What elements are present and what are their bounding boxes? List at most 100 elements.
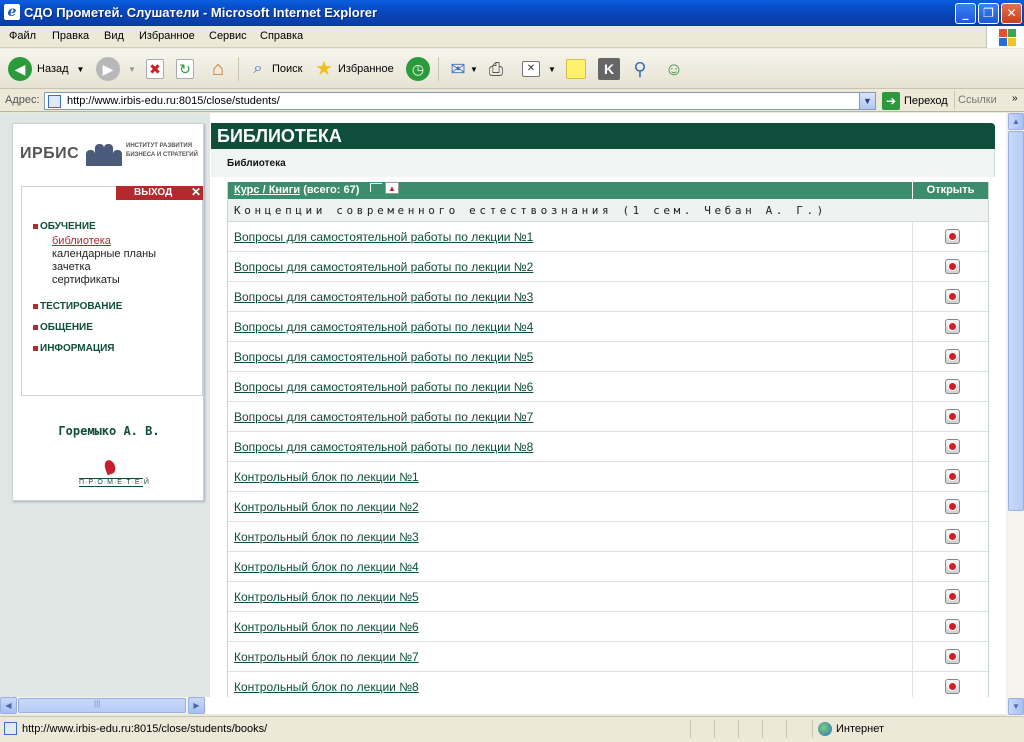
maximize-button[interactable]: ❐ <box>978 3 999 24</box>
open-book-icon[interactable] <box>945 409 960 424</box>
open-book-icon[interactable] <box>945 529 960 544</box>
mail-button[interactable]: ✉ ▼ <box>446 56 478 82</box>
book-link[interactable]: Контрольный блок по лекции №8 <box>234 680 419 694</box>
open-book-icon[interactable] <box>945 679 960 694</box>
refresh-icon: ↻ <box>176 59 194 79</box>
book-link[interactable]: Вопросы для самостоятельной работы по ле… <box>234 260 533 274</box>
book-link[interactable]: Вопросы для самостоятельной работы по ле… <box>234 290 533 304</box>
dropdown-icon[interactable]: ▼ <box>128 65 136 74</box>
favorites-button[interactable]: ★ Избранное <box>312 56 394 82</box>
menu-file[interactable]: Файл <box>9 30 36 42</box>
menu-help[interactable]: Справка <box>260 30 303 42</box>
window-title: СДО Прометей. Слушатели - Microsoft Inte… <box>24 5 378 20</box>
stop-button[interactable]: ✖ <box>146 56 164 82</box>
book-link[interactable]: Вопросы для самостоятельной работы по ле… <box>234 320 533 334</box>
open-book-icon[interactable] <box>945 289 960 304</box>
table-row: Контрольный блок по лекции №4 <box>228 552 988 582</box>
back-button[interactable]: ◀ Назад ▼ <box>8 56 84 82</box>
nav-menu: ВЫХОД ✕ ОБУЧЕНИЕ библиотека календарные … <box>21 185 203 396</box>
open-book-icon[interactable] <box>945 439 960 454</box>
open-book-icon[interactable] <box>945 349 960 364</box>
nav-item-library[interactable]: библиотека <box>52 235 111 247</box>
book-link[interactable]: Контрольный блок по лекции №5 <box>234 590 419 604</box>
status-bar: http://www.irbis-edu.ru:8015/close/stude… <box>0 716 1024 742</box>
book-link[interactable]: Контрольный блок по лекции №3 <box>234 530 419 544</box>
nav-item-certificates[interactable]: сертификаты <box>52 274 120 286</box>
book-link[interactable]: Контрольный блок по лекции №7 <box>234 650 419 664</box>
book-link[interactable]: Контрольный блок по лекции №4 <box>234 560 419 574</box>
scroll-up-button[interactable]: ▲ <box>1008 113 1024 130</box>
table-row: Контрольный блок по лекции №1 <box>228 462 988 492</box>
forward-button[interactable]: ▶ ▼ <box>96 56 136 82</box>
dropdown-icon[interactable]: ▼ <box>548 65 556 74</box>
address-dropdown-icon[interactable]: ▼ <box>859 93 875 109</box>
k-button[interactable]: K <box>598 56 620 82</box>
horizontal-scrollbar[interactable]: ◀ ▶ <box>0 697 206 714</box>
open-book-icon[interactable] <box>945 619 960 634</box>
address-field[interactable]: http://www.irbis-edu.ru:8015/close/stude… <box>44 92 876 110</box>
nav-section-information[interactable]: ИНФОРМАЦИЯ <box>33 343 115 354</box>
dropdown-icon[interactable]: ▼ <box>77 65 85 74</box>
open-book-icon[interactable] <box>945 259 960 274</box>
exit-button[interactable]: ВЫХОД ✕ <box>116 185 203 200</box>
refresh-button[interactable]: ↻ <box>176 56 194 82</box>
open-cell <box>912 402 988 432</box>
home-button[interactable]: ⌂ <box>206 56 230 82</box>
book-link[interactable]: Вопросы для самостоятельной работы по ле… <box>234 440 533 454</box>
close-button[interactable]: ✕ <box>1001 3 1022 24</box>
print-button[interactable]: ⎙ <box>484 56 508 82</box>
scroll-left-button[interactable]: ◀ <box>0 697 17 714</box>
security-zone: Интернет <box>818 722 884 736</box>
open-book-icon[interactable] <box>945 589 960 604</box>
nav-section-testing[interactable]: ТЕСТИРОВАНИЕ <box>32 301 122 312</box>
irbis-logo[interactable]: ИРБИС ИНСТИТУТ РАЗВИТИЯ БИЗНЕСА И СТРАТЕ… <box>20 136 204 170</box>
scroll-right-button[interactable]: ▶ <box>188 697 205 714</box>
prometey-logo[interactable]: П·Р·О·М·Е·Т·Е·Й <box>79 458 149 494</box>
nav-section-communication[interactable]: ОБЩЕНИЕ <box>33 322 93 333</box>
open-book-icon[interactable] <box>945 229 960 244</box>
search-button[interactable]: ⌕ Поиск <box>246 56 303 82</box>
book-link[interactable]: Контрольный блок по лекции №2 <box>234 500 419 514</box>
menu-view[interactable]: Вид <box>104 30 124 42</box>
menu-tools[interactable]: Сервис <box>209 30 247 42</box>
book-link[interactable]: Контрольный блок по лекции №1 <box>234 470 419 484</box>
nav-item-calendar-plans[interactable]: календарные планы <box>52 248 156 260</box>
book-link[interactable]: Вопросы для самостоятельной работы по ле… <box>234 230 533 244</box>
left-column: ИРБИС ИНСТИТУТ РАЗВИТИЯ БИЗНЕСА И СТРАТЕ… <box>0 113 210 697</box>
scroll-down-button[interactable]: ▼ <box>1008 698 1024 715</box>
address-url[interactable]: http://www.irbis-edu.ru:8015/close/stude… <box>67 95 280 107</box>
flag-icon[interactable] <box>370 183 382 192</box>
book-link[interactable]: Контрольный блок по лекции №6 <box>234 620 419 634</box>
horizontal-scroll-thumb[interactable] <box>18 698 186 713</box>
nav-item-gradebook[interactable]: зачетка <box>52 261 91 273</box>
book-link[interactable]: Вопросы для самостоятельной работы по ле… <box>234 380 533 394</box>
links-button[interactable]: Ссылки <box>954 91 997 109</box>
open-book-icon[interactable] <box>945 559 960 574</box>
table-row: Вопросы для самостоятельной работы по ле… <box>228 222 988 252</box>
book-link[interactable]: Вопросы для самостоятельной работы по ле… <box>234 410 533 424</box>
open-book-icon[interactable] <box>945 469 960 484</box>
open-book-icon[interactable] <box>945 379 960 394</box>
dropdown-icon[interactable]: ▼ <box>470 65 478 74</box>
nav-section-learning[interactable]: ОБУЧЕНИЕ <box>33 221 96 232</box>
people-icon <box>86 140 122 166</box>
history-button[interactable]: ◷ <box>406 56 430 82</box>
notes-button[interactable] <box>566 56 586 82</box>
go-button[interactable]: ➔ Переход <box>882 92 948 110</box>
minimize-button[interactable]: _ <box>955 3 976 24</box>
open-book-icon[interactable] <box>945 499 960 514</box>
vertical-scrollbar[interactable]: ▲ ▼ <box>1006 113 1024 716</box>
links-chevron-icon[interactable]: » <box>1012 93 1018 104</box>
menu-edit[interactable]: Правка <box>52 30 89 42</box>
book-link[interactable]: Вопросы для самостоятельной работы по ле… <box>234 350 533 364</box>
research-button[interactable]: ⚲ <box>628 56 652 82</box>
open-book-icon[interactable] <box>945 319 960 334</box>
messenger-button[interactable]: ☺ <box>662 56 686 82</box>
edit-button[interactable]: ✕ ▼ <box>522 56 556 82</box>
open-book-icon[interactable] <box>945 649 960 664</box>
menu-favorites[interactable]: Избранное <box>139 30 195 42</box>
vertical-scroll-thumb[interactable] <box>1008 131 1024 511</box>
sort-up-icon[interactable]: ▲ <box>385 182 399 194</box>
table-row: Контрольный блок по лекции №3 <box>228 522 988 552</box>
sort-course-books-link[interactable]: Курс / Книги <box>234 184 300 196</box>
